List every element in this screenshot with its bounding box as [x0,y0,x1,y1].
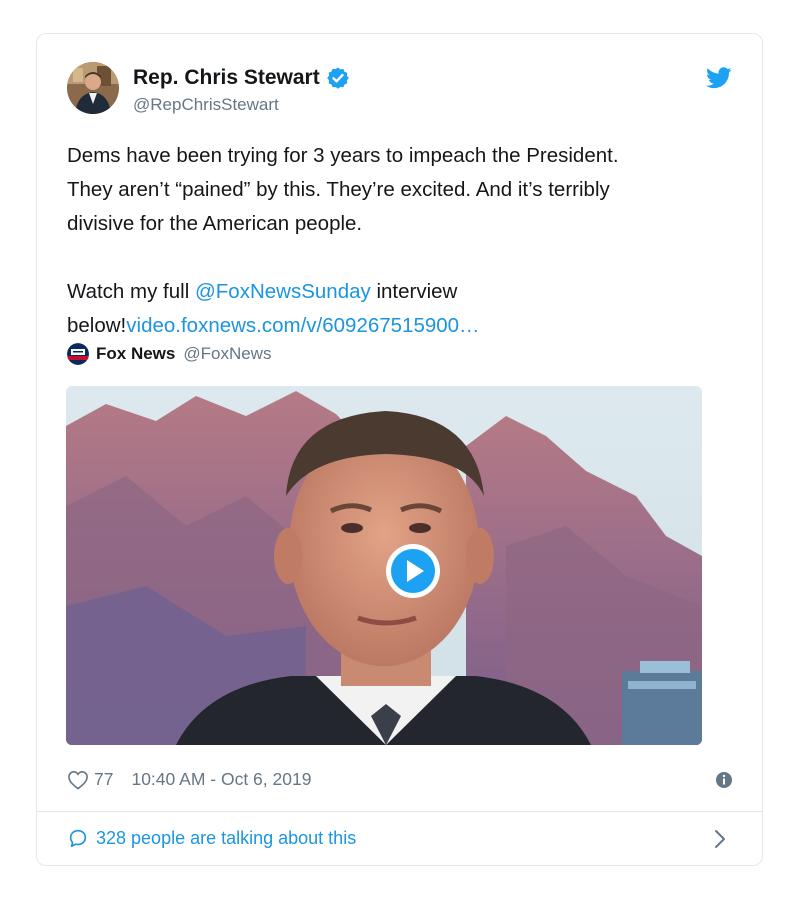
conversation-text[interactable]: 328 people are talking about this [96,828,356,849]
divider [37,811,762,812]
tweet-text-line: Dems have been trying for 3 years to imp… [67,144,619,167]
tweet-text: Dems have been trying for 3 years to imp… [67,139,727,343]
video-thumbnail[interactable] [66,386,702,745]
tweet-meta: 77 10:40 AM - Oct 6, 2019 [67,769,733,790]
watch-text: Watch my full [67,280,195,303]
chevron-right-icon[interactable] [713,828,727,850]
watch-text-end: interview [370,280,458,303]
quoted-name[interactable]: Fox News [96,344,175,364]
tweet-text-line: Watch my full @FoxNewsSunday interview [67,275,727,309]
fox-news-logo-icon [67,343,89,365]
tweet-text-line: divisive for the American people. [67,212,363,235]
author-handle[interactable]: @RepChrisStewart [133,95,279,115]
avatar[interactable] [67,62,119,114]
tweet-embed-card: Rep. Chris Stewart @RepChrisStewart Dems… [36,33,763,866]
video-url-link[interactable]: video.foxnews.com/v/609267515900… [126,314,479,337]
author-name[interactable]: Rep. Chris Stewart [133,66,350,90]
conversation-link[interactable]: 328 people are talking about this [67,827,733,849]
below-text: below! [67,314,127,337]
quoted-handle[interactable]: @FoxNews [183,344,271,364]
quoted-source[interactable]: Fox News @FoxNews [67,343,271,365]
verified-badge-icon [326,67,349,89]
timestamp[interactable]: 10:40 AM - Oct 6, 2019 [131,769,311,790]
tweet-text-line: They aren’t “pained” by this. They’re ex… [67,178,610,201]
twitter-bird-icon[interactable] [706,67,732,89]
play-icon[interactable] [384,542,442,600]
author-name-text[interactable]: Rep. Chris Stewart [133,66,320,90]
like-count[interactable]: 77 [94,769,113,790]
tweet-text-line: below!video.foxnews.com/v/609267515900… [67,309,727,343]
speech-bubble-icon [69,829,87,848]
mention-link[interactable]: @FoxNewsSunday [195,280,371,303]
info-icon[interactable] [715,771,733,789]
heart-icon[interactable] [67,770,89,790]
